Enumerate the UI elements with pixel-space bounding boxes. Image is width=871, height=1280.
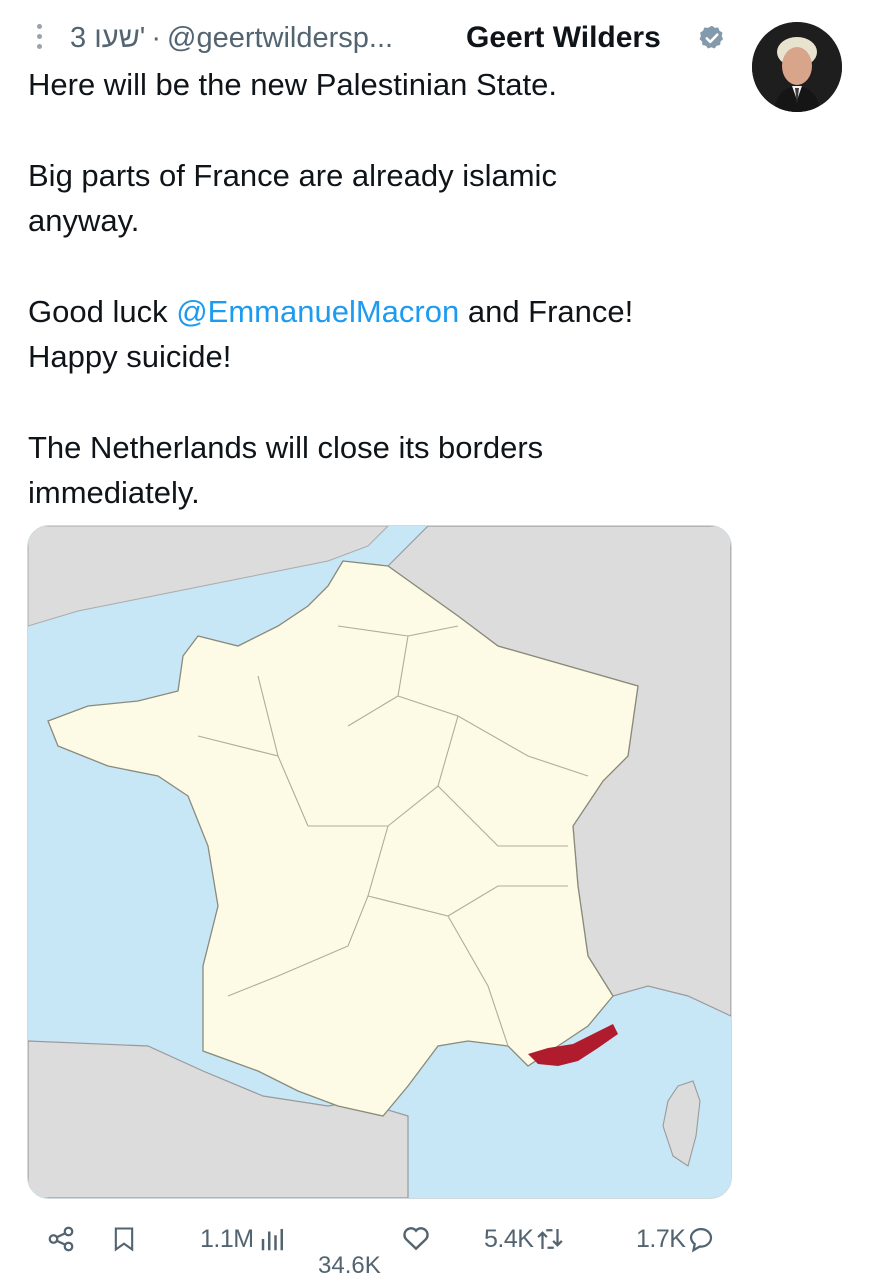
share-button[interactable] xyxy=(46,1224,76,1254)
post-time: 3 שעו' xyxy=(70,22,146,54)
attached-map-image[interactable] xyxy=(27,525,732,1199)
separator-dot: · xyxy=(151,22,161,54)
tweet-text-segment: Good luck xyxy=(28,294,177,329)
more-options-icon[interactable] xyxy=(34,24,46,58)
bookmark-icon xyxy=(114,1227,134,1252)
tweet-line: anyway. xyxy=(28,203,140,238)
tweet-line: Good luck @EmmanuelMacron and France! xyxy=(28,289,808,334)
reply-bubble-icon xyxy=(690,1227,713,1253)
author-handle[interactable]: @geertwildersp... xyxy=(167,22,393,54)
tweet-text-segment: and France! xyxy=(459,294,634,329)
bookmark-button[interactable] xyxy=(110,1224,138,1254)
bar-chart-icon xyxy=(261,1229,283,1251)
author-name[interactable]: Geert Wilders xyxy=(466,18,661,58)
views-button[interactable]: 1.1M xyxy=(200,1224,288,1254)
retweet-icon xyxy=(537,1229,564,1249)
tweet-line: Happy suicide! xyxy=(28,339,232,374)
replies-count: 1.7K xyxy=(636,1224,686,1253)
tweet-line: Here will be the new Palestinian State. xyxy=(28,67,558,102)
share-icon xyxy=(48,1226,74,1252)
heart-icon xyxy=(403,1227,429,1251)
reply-button[interactable]: 1.7K xyxy=(636,1224,717,1254)
mention-link[interactable]: @EmmanuelMacron xyxy=(176,294,459,329)
tweet-body: Here will be the new Palestinian State. … xyxy=(28,62,808,515)
tweet-line: The Netherlands will close its borders xyxy=(28,430,544,465)
tweet-line: Big parts of France are already islamic xyxy=(28,158,557,193)
retweets-count: 5.4K xyxy=(484,1224,534,1253)
handle-and-time[interactable]: 3 שעו' · @geertwildersp... xyxy=(70,18,393,58)
retweet-button[interactable]: 5.4K xyxy=(484,1224,567,1254)
verified-badge-icon xyxy=(698,24,726,52)
views-count: 1.1M xyxy=(200,1224,254,1253)
tweet-line: immediately. xyxy=(28,475,200,510)
likes-count: 34.6K xyxy=(318,1252,381,1279)
like-button[interactable] xyxy=(400,1222,432,1254)
